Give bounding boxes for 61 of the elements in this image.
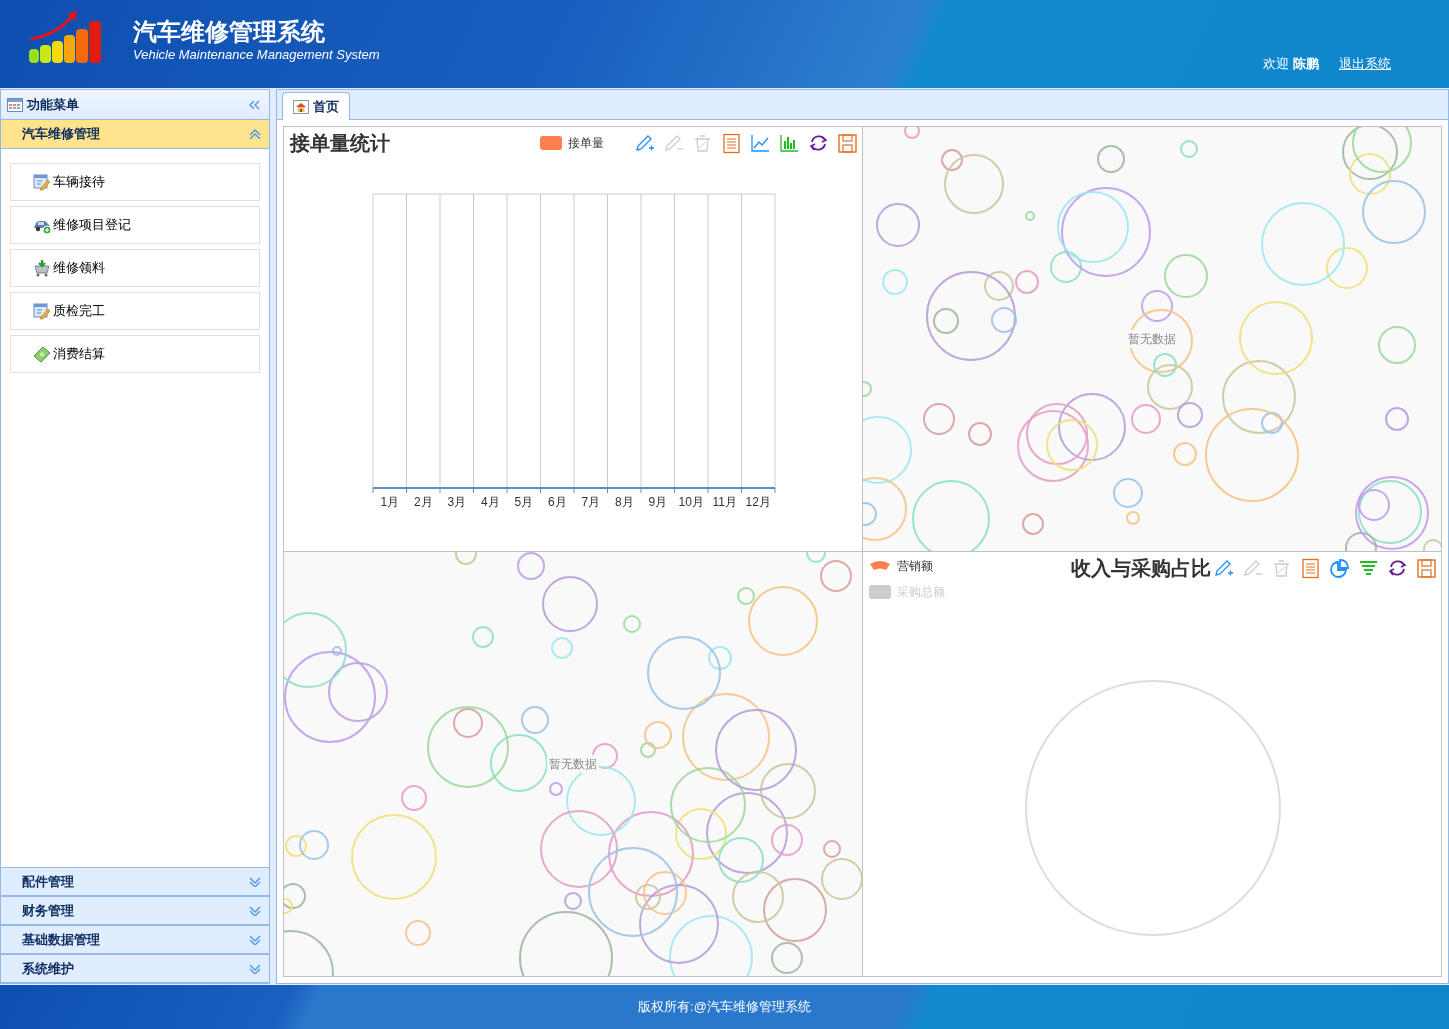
empty-message: 暂无数据 <box>1125 329 1178 348</box>
welcome-text: 欢迎 <box>1263 55 1289 74</box>
x-tick-label: 2月 <box>413 495 433 509</box>
legend-item[interactable]: 营销额 <box>868 556 945 575</box>
refresh-icon[interactable] <box>1387 557 1408 579</box>
x-tick-label: 11月 <box>712 495 737 509</box>
app-title: 汽车维修管理系统 <box>133 17 326 47</box>
home-tab[interactable]: 首页 <box>282 92 350 120</box>
refresh-icon[interactable] <box>807 133 829 154</box>
x-tick-label: 3月 <box>447 495 467 509</box>
menu-section-header[interactable]: 基础数据管理 <box>1 925 269 954</box>
x-tick-label: 8月 <box>614 495 634 509</box>
form-pencil-icon <box>33 173 51 191</box>
grid-icon <box>7 97 23 112</box>
chart-title: 接单量统计 <box>290 131 390 156</box>
menu-item[interactable]: 消费结算 <box>10 335 260 373</box>
pencil-plus-icon[interactable] <box>633 133 655 154</box>
line-chart-icon[interactable] <box>749 133 771 154</box>
menu-section-header[interactable]: 财务管理 <box>1 896 269 925</box>
x-tick-label: 9月 <box>648 495 668 509</box>
x-tick-label: 10月 <box>678 495 704 509</box>
menu-item[interactable]: 维修项目登记 <box>10 206 260 244</box>
menu-section-header[interactable]: 配件管理 <box>1 867 269 896</box>
x-tick-label: 6月 <box>547 495 567 509</box>
x-tick-label: 12月 <box>745 495 771 509</box>
collapse-icon[interactable] <box>248 99 260 110</box>
expand-chevron-icon <box>249 905 261 916</box>
x-tick-label: 1月 <box>380 495 400 509</box>
empty-message: 暂无数据 <box>546 754 599 773</box>
legend-item[interactable]: 接单量 <box>539 134 604 152</box>
logout-link[interactable]: 退出系统 <box>1339 54 1391 74</box>
x-tick-label: 5月 <box>514 495 534 509</box>
expand-chevron-icon <box>249 876 261 887</box>
menu-item[interactable]: 质检完工 <box>10 292 260 330</box>
chart-title: 收入与采购占比 <box>1071 555 1211 581</box>
expand-chevron-icon <box>249 934 261 945</box>
x-tick-label: 4月 <box>480 495 500 509</box>
collapse-chevron-icon <box>249 129 261 139</box>
pie-chart-icon[interactable] <box>1329 557 1350 579</box>
app-subtitle: Vehicle Maintenance Management System <box>133 47 380 63</box>
menu-section-header[interactable]: 汽车维修管理 <box>1 120 269 149</box>
user-name: 陈鹏 <box>1293 55 1319 74</box>
legend-swatch-icon <box>539 136 562 150</box>
cart-arrow-icon <box>33 259 51 277</box>
x-tick-label: 7月 <box>581 495 601 509</box>
legend-swatch-icon <box>868 558 891 573</box>
menu-item[interactable]: 维修领料 <box>10 249 260 287</box>
copyright-text: 版权所有:@汽车维修管理系统 <box>638 998 811 1017</box>
form-pencil-icon <box>33 302 51 320</box>
menu-section-header[interactable]: 系统维护 <box>1 954 269 983</box>
legend-swatch-icon <box>868 584 891 599</box>
expand-chevron-icon <box>249 963 261 974</box>
house-icon <box>293 99 309 114</box>
document-lines-icon[interactable] <box>720 133 742 154</box>
banknote-icon <box>33 345 51 363</box>
save-icon[interactable] <box>1416 557 1437 579</box>
menu-item[interactable]: 车辆接待 <box>10 163 260 201</box>
save-icon[interactable] <box>836 133 858 154</box>
document-lines-icon[interactable] <box>1300 557 1321 579</box>
sidebar-title: 功能菜单 <box>27 95 79 114</box>
bar-chart-icon[interactable] <box>778 133 800 154</box>
